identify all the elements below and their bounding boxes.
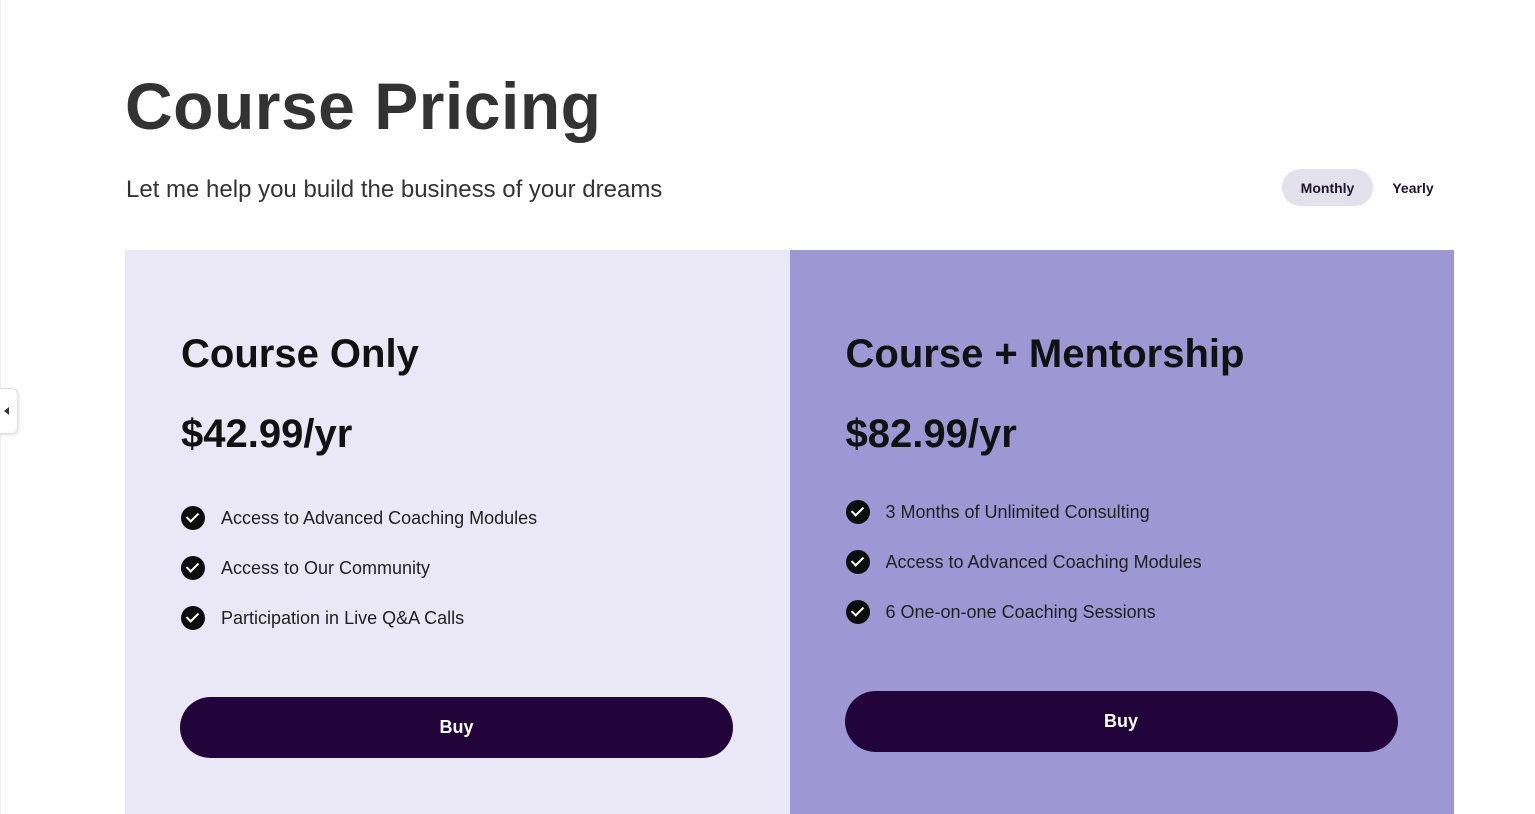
feature-text: Access to Our Community — [221, 557, 431, 578]
pricing-cards: Course Only $42.99/yr Access to Advanced… — [125, 250, 1454, 814]
feature-text: 3 Months of Unlimited Consulting — [885, 501, 1150, 522]
caret-left-icon — [4, 407, 9, 415]
plan-feature-list: 3 Months of Unlimited Consulting Access … — [845, 500, 1202, 650]
toggle-yearly-button[interactable]: Yearly — [1373, 169, 1453, 206]
check-circle-icon — [181, 506, 205, 530]
plan-card-course-only: Course Only $42.99/yr Access to Advanced… — [125, 250, 790, 814]
check-circle-icon — [845, 600, 870, 624]
feature-item: Access to Advanced Coaching Modules — [845, 550, 1202, 574]
check-circle-icon — [845, 550, 870, 574]
feature-text: 6 One-on-one Coaching Sessions — [885, 601, 1156, 622]
billing-period-toggle: Monthly Yearly — [1282, 169, 1453, 206]
feature-item: 3 Months of Unlimited Consulting — [845, 500, 1202, 524]
plan-title: Course Only — [181, 332, 419, 376]
buy-course-mentorship-button[interactable]: Buy — [844, 691, 1398, 752]
pricing-page: Course Pricing Let me help you build the… — [0, 0, 1535, 814]
feature-item: Participation in Live Q&A Calls — [181, 606, 537, 630]
feature-text: Access to Advanced Coaching Modules — [221, 507, 538, 528]
feature-item: Access to Advanced Coaching Modules — [181, 506, 537, 530]
plan-price: $82.99/yr — [845, 412, 1017, 456]
feature-item: 6 One-on-one Coaching Sessions — [845, 600, 1202, 624]
page-subtitle: Let me help you build the business of yo… — [126, 176, 663, 203]
plan-feature-list: Access to Advanced Coaching Modules Acce… — [181, 506, 537, 656]
plan-price: $42.99/yr — [181, 412, 353, 456]
toggle-monthly-button[interactable]: Monthly — [1282, 169, 1373, 206]
feature-text: Participation in Live Q&A Calls — [221, 607, 465, 628]
buy-course-only-button[interactable]: Buy — [180, 697, 733, 758]
page-title: Course Pricing — [125, 69, 602, 143]
plan-card-course-mentorship: Course + Mentorship $82.99/yr 3 Months o… — [789, 250, 1454, 814]
check-circle-icon — [845, 500, 870, 524]
check-circle-icon — [181, 606, 205, 630]
feature-text: Access to Advanced Coaching Modules — [885, 551, 1202, 572]
plan-title: Course + Mentorship — [845, 332, 1245, 376]
feature-item: Access to Our Community — [181, 556, 537, 580]
check-circle-icon — [181, 556, 205, 580]
sidebar-collapse-tab[interactable] — [0, 388, 18, 434]
